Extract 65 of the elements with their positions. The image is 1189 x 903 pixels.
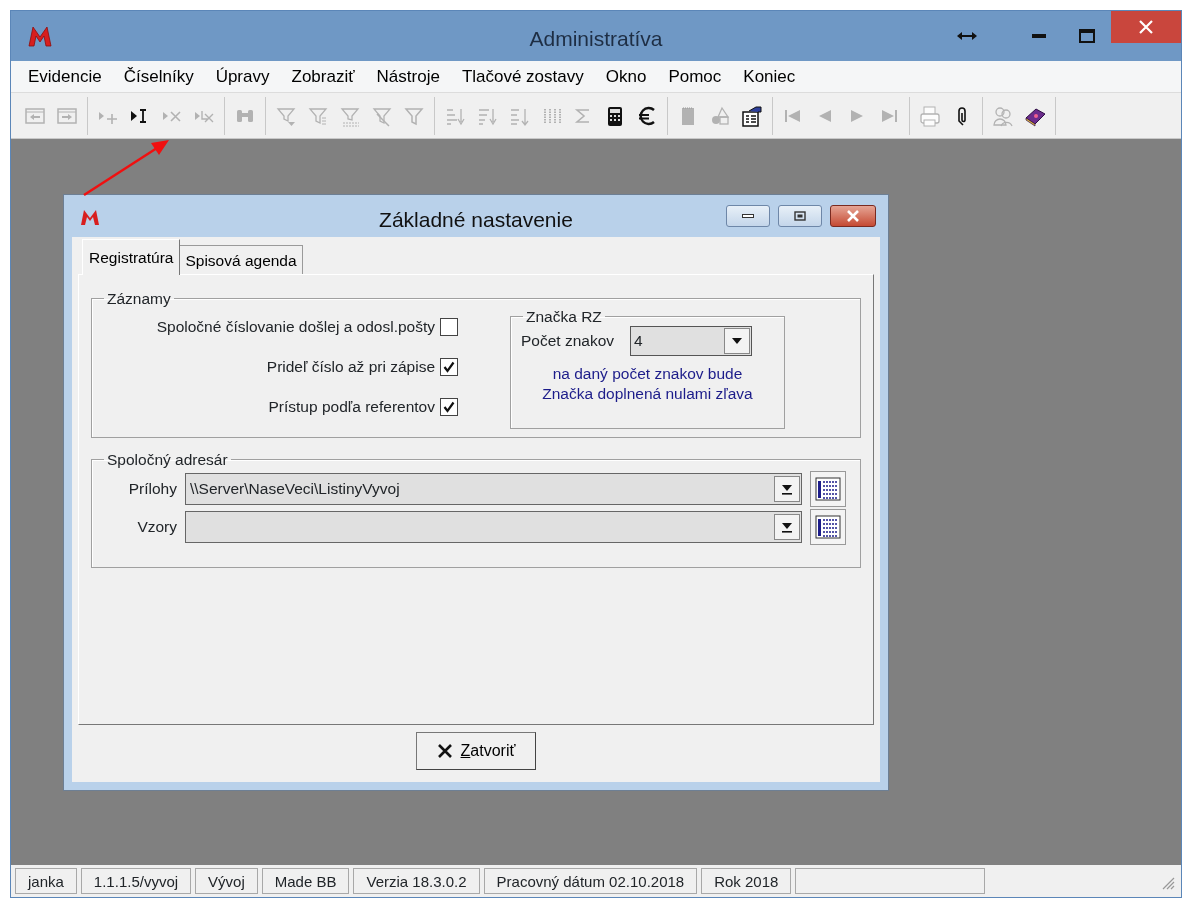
resize-grip-icon xyxy=(1161,875,1175,890)
list-button[interactable] xyxy=(810,470,846,507)
group-title: Značka RZ xyxy=(525,308,603,324)
field-label: Vzory xyxy=(136,516,177,537)
minimize-icon xyxy=(742,214,754,218)
check-icon xyxy=(443,400,455,413)
dropdown-arrow-icon xyxy=(732,338,743,344)
resize-icon xyxy=(957,31,977,41)
close-icon xyxy=(1139,20,1153,34)
path-dropdown[interactable]: \\Server\NaseVeci\ListinyVyvoj xyxy=(185,472,802,505)
status-cell: janka xyxy=(15,868,77,894)
window-title: Administratíva xyxy=(529,27,663,50)
dialog-title: Základné nastavenie xyxy=(379,208,573,231)
list-button[interactable] xyxy=(810,508,846,545)
status-cell: Pracovný dátum 02.10.2018 xyxy=(483,868,698,894)
menu-item[interactable]: Nástroje xyxy=(365,63,451,90)
dropdown-arrow-icon xyxy=(781,520,793,533)
menu-item[interactable]: Tlačové zostavy xyxy=(450,63,595,90)
checkbox-label: Spoločné číslovanie došlej a odosl.pošty xyxy=(156,316,435,337)
path-dropdown[interactable] xyxy=(185,510,802,543)
close-icon xyxy=(436,742,453,759)
checkbox-label: Prideľ číslo až pri zápise xyxy=(266,356,435,377)
status-cell: Rok 2018 xyxy=(701,868,792,894)
users-icon xyxy=(992,104,1014,127)
tab[interactable]: Spisová agenda xyxy=(179,244,303,275)
tab[interactable]: Registratúra xyxy=(82,238,181,275)
restore-button[interactable] xyxy=(778,205,822,227)
count-dropdown[interactable]: 4 xyxy=(630,326,753,356)
group-title: Záznamy xyxy=(106,291,172,307)
menu-item[interactable]: Evidencie xyxy=(17,63,113,90)
maximize-icon xyxy=(1079,29,1095,43)
menu-item[interactable]: Okno xyxy=(594,63,658,90)
status-cell: Verzia 18.3.0.2 xyxy=(353,868,480,894)
status-cell: Made BB xyxy=(261,868,350,894)
menu-item[interactable]: Zobraziť xyxy=(280,63,366,90)
group-title: Spoločný adresár xyxy=(106,452,229,468)
close-dialog-button[interactable]: Zatvoriť xyxy=(416,731,536,770)
close-icon xyxy=(846,210,860,222)
menu-item[interactable]: Úpravy xyxy=(204,63,281,90)
field-label: Prílohy xyxy=(127,478,177,499)
check-icon xyxy=(443,360,455,373)
printer-icon xyxy=(919,104,941,127)
logo-icon xyxy=(27,24,53,49)
checkbox-label: Prístup podľa referentov xyxy=(268,396,435,417)
note-text: na daný počet znakov bude xyxy=(551,364,744,384)
field-label: Počet znakov xyxy=(521,331,615,352)
checkbox[interactable] xyxy=(440,357,458,376)
shapes-icon xyxy=(709,104,731,127)
properties-icon xyxy=(741,104,763,127)
close-button[interactable] xyxy=(830,205,876,227)
status-cell: 1.1.1.5/vyvoj xyxy=(80,868,192,894)
list-icon xyxy=(815,514,841,539)
restore-icon xyxy=(794,211,806,221)
dropdown-arrow-icon xyxy=(781,482,793,495)
menu-item[interactable]: Koniec xyxy=(732,63,807,90)
note-text: Značka doplnená nulami zľava xyxy=(541,384,754,405)
minimize-icon xyxy=(1032,34,1046,38)
menu-item[interactable]: Pomoc xyxy=(657,63,733,90)
list-icon xyxy=(815,476,841,501)
minimize-button[interactable] xyxy=(726,205,770,227)
checkbox[interactable] xyxy=(440,317,458,336)
close-button[interactable] xyxy=(1111,11,1181,43)
checkbox[interactable] xyxy=(440,397,458,416)
status-cell: Vývoj xyxy=(195,868,258,894)
menu-item[interactable]: Číselníky xyxy=(112,63,205,90)
